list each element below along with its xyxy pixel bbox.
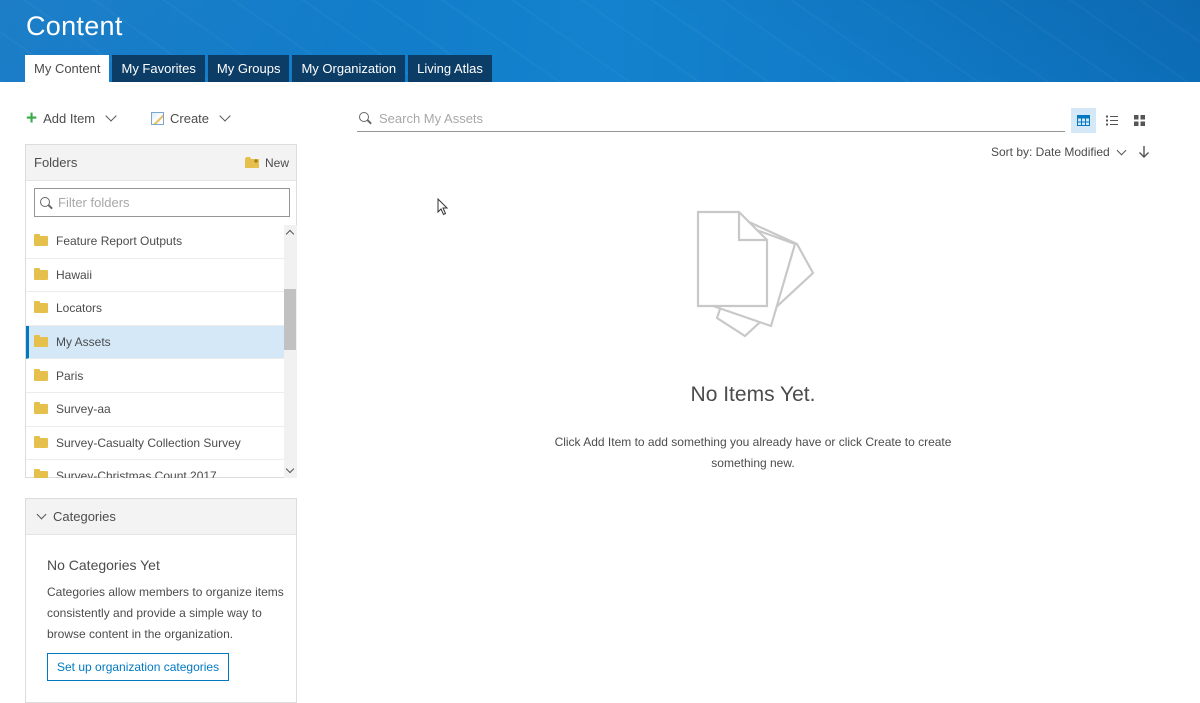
tab-my-organization[interactable]: My Organization — [292, 55, 406, 82]
folder-label: My Assets — [56, 335, 111, 350]
new-folder-label: New — [264, 155, 289, 170]
content-tabs: My Content My Favorites My Groups My Org… — [25, 55, 492, 82]
chevron-down-icon[interactable] — [285, 464, 295, 474]
categories-header[interactable]: Categories — [26, 499, 296, 535]
table-view-icon — [1077, 115, 1090, 126]
plus-icon: + — [26, 107, 38, 129]
sort-label: Sort by: Date Modified — [991, 145, 1110, 159]
folder-item-my-assets[interactable]: My Assets — [26, 325, 284, 360]
folder-label: Survey-Casualty Collection Survey — [56, 435, 241, 450]
new-folder-button[interactable]: New — [244, 155, 289, 170]
folder-icon — [34, 234, 48, 247]
tab-my-groups[interactable]: My Groups — [207, 55, 290, 82]
add-item-label: Add Item — [43, 110, 96, 126]
folders-header: Folders New — [26, 145, 296, 181]
create-label: Create — [170, 110, 210, 126]
folder-item-locators[interactable]: Locators — [26, 292, 284, 326]
folder-icon — [34, 368, 48, 381]
chevron-down-icon — [1116, 145, 1127, 155]
empty-state-title: No Items Yet. — [690, 383, 816, 406]
setup-categories-button[interactable]: Set up organization categories — [47, 653, 230, 681]
folders-panel: Folders New Feature Report Outputs Hawai… — [25, 144, 297, 478]
folder-item-hawaii[interactable]: Hawaii — [26, 259, 284, 293]
tab-living-atlas[interactable]: Living Atlas — [408, 55, 492, 82]
filter-folders-input[interactable] — [58, 195, 268, 210]
sort-dropdown[interactable]: Sort by: Date Modified — [991, 145, 1127, 159]
folder-icon — [34, 267, 48, 280]
chevron-up-icon[interactable] — [285, 229, 295, 239]
folder-item-feature-report-outputs[interactable]: Feature Report Outputs — [26, 225, 284, 259]
folder-item-survey-casualty[interactable]: Survey-Casualty Collection Survey — [26, 427, 284, 461]
mouse-cursor-icon — [437, 198, 449, 216]
no-categories-title: No Categories Yet — [47, 557, 160, 573]
folder-item-paris[interactable]: Paris — [26, 359, 284, 393]
chevron-down-icon — [36, 509, 47, 520]
empty-state-description: Click Add Item to add something you alre… — [554, 435, 952, 470]
search-icon — [359, 112, 371, 124]
list-view-button[interactable] — [1099, 108, 1124, 133]
search-input[interactable] — [379, 110, 1039, 126]
chevron-down-icon — [105, 110, 117, 122]
list-view-icon — [1105, 115, 1118, 126]
arrow-down-icon — [1139, 146, 1149, 158]
filter-folders-field — [34, 188, 290, 217]
view-toggle-group — [1071, 108, 1152, 133]
sort-direction-button[interactable] — [1138, 145, 1150, 164]
folder-label: Hawaii — [56, 267, 93, 282]
folder-label: Locators — [56, 301, 103, 316]
page-title: Content — [26, 11, 123, 41]
tab-my-content[interactable]: My Content — [25, 55, 110, 82]
chevron-down-icon — [219, 110, 231, 122]
folder-icon — [34, 335, 48, 348]
folder-icon — [34, 469, 48, 478]
categories-panel: Categories No Categories Yet Categories … — [25, 498, 297, 703]
folder-icon — [34, 435, 48, 448]
scrollbar-thumb[interactable] — [284, 289, 296, 350]
create-button[interactable]: Create — [151, 108, 231, 128]
folder-list-scrollbar[interactable] — [284, 225, 297, 478]
app-header: Content My Content My Favorites My Group… — [0, 0, 1200, 82]
search-field — [357, 105, 1065, 132]
folders-title: Folders — [34, 155, 78, 170]
categories-description: Categories allow members to organize ite… — [47, 585, 284, 641]
empty-documents-icon — [696, 210, 815, 338]
table-view-button[interactable] — [1071, 108, 1096, 133]
folder-label: Feature Report Outputs — [56, 234, 183, 249]
folder-item-survey-aa[interactable]: Survey-aa — [26, 393, 284, 427]
folder-list: Feature Report Outputs Hawaii Locators M… — [26, 225, 284, 478]
folder-label: Survey-Christmas Count 2017 — [56, 469, 217, 478]
categories-title: Categories — [53, 509, 116, 524]
folder-item-survey-christmas[interactable]: Survey-Christmas Count 2017 — [26, 460, 284, 478]
search-icon — [40, 196, 52, 209]
grid-view-icon — [1134, 115, 1145, 126]
folder-icon — [34, 301, 48, 314]
grid-view-button[interactable] — [1127, 108, 1152, 133]
folder-icon — [34, 402, 48, 415]
folder-label: Paris — [56, 368, 84, 383]
add-item-button[interactable]: + Add Item — [26, 107, 117, 129]
tab-my-favorites[interactable]: My Favorites — [112, 55, 205, 82]
folder-label: Survey-aa — [56, 402, 111, 417]
new-folder-icon — [244, 157, 259, 168]
create-map-icon — [151, 111, 164, 125]
